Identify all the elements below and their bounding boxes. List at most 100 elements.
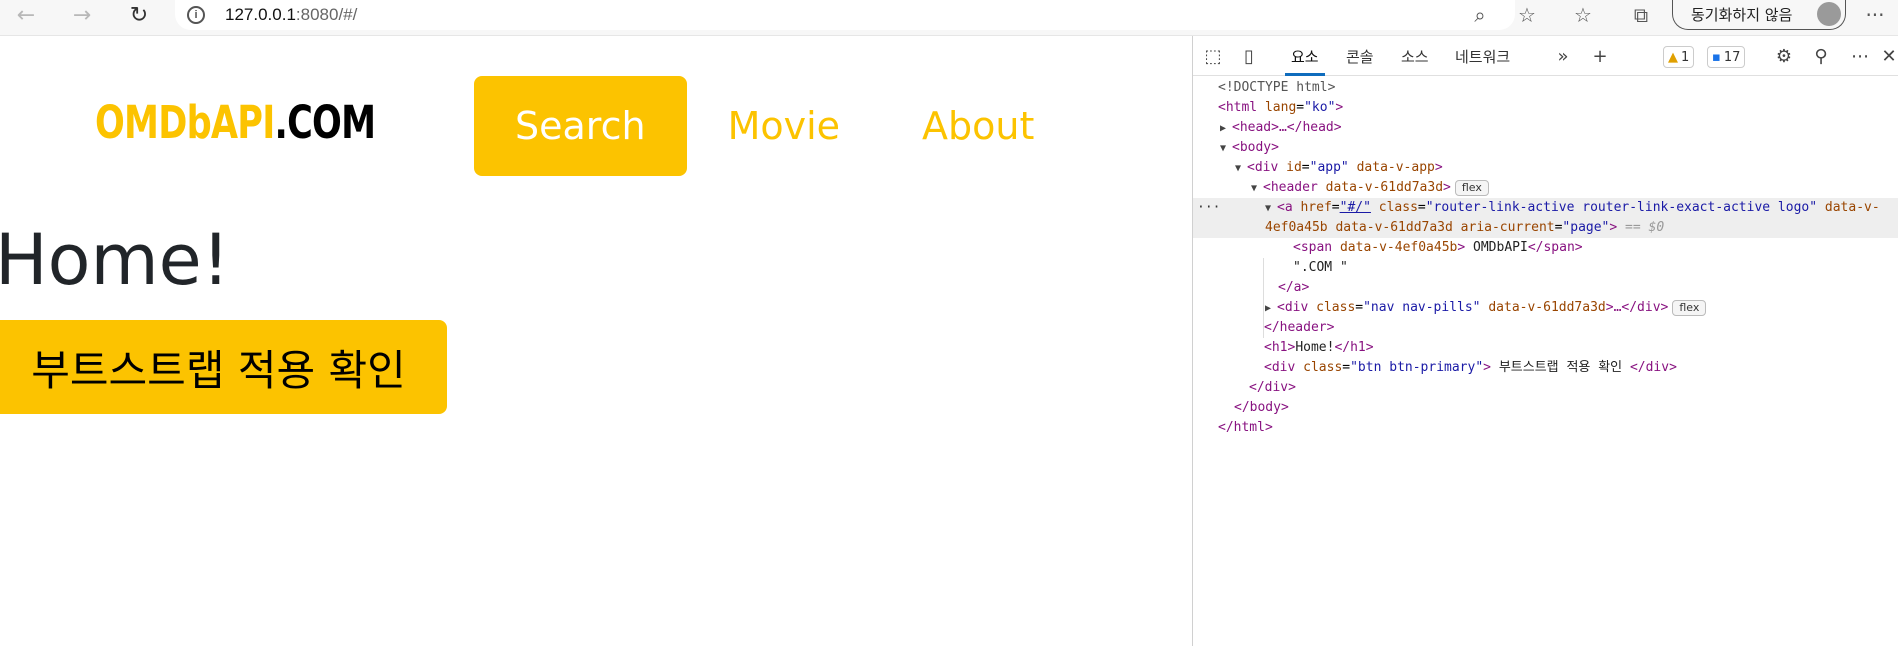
expand-triangle-icon[interactable]: ▶ (1220, 119, 1232, 139)
h1-text: Home! (1295, 340, 1335, 355)
dom-line-div-app[interactable]: ▼ <div id="app" data-v-app> (1193, 158, 1898, 178)
span-tag: <span (1293, 240, 1333, 255)
sync-label: 동기화하지 않음 (1691, 6, 1793, 24)
class-attr: class (1378, 200, 1418, 215)
back-arrow-icon[interactable]: ← (8, 0, 44, 30)
site-info-icon[interactable]: i (187, 6, 205, 24)
expand-triangle-icon[interactable]: ▶ (1265, 299, 1277, 319)
h1-tag: <h1> (1264, 340, 1296, 355)
indent-guide (1263, 258, 1264, 338)
dom-line-header-close[interactable]: </header> (1193, 318, 1898, 338)
address-bar[interactable]: i 127.0.0.1:8080/#/ (175, 0, 1515, 30)
header-close-tag: </header> (1264, 320, 1335, 335)
span-close-tag: </span> (1527, 240, 1583, 255)
more-tabs-icon[interactable]: » (1553, 36, 1573, 76)
dom-line-body-close[interactable]: </body> (1193, 398, 1898, 418)
zoom-icon[interactable]: ⌕ (1468, 0, 1492, 30)
dom-line-head[interactable]: ▶ <head>…</head> (1193, 118, 1898, 138)
url-host: 127.0.0.1 (225, 5, 296, 24)
devtools-more-icon[interactable]: ⋯ (1849, 36, 1871, 76)
dom-line-body[interactable]: ▼ <body> (1193, 138, 1898, 158)
page-heading: Home! (0, 219, 230, 301)
warning-badge[interactable]: ▲ 1 (1663, 46, 1695, 68)
data-v-app-attr: data-v-app (1356, 160, 1435, 175)
ellipsis-icon[interactable]: ··· (1197, 198, 1220, 218)
dom-line-a-selected[interactable]: ··· ▼ <a href="#/" class="router-link-acti… (1193, 198, 1898, 218)
data-v-attrs: 4ef0a45b data-v-61dd7a3d (1265, 220, 1453, 235)
html-lang-attr: lang (1264, 100, 1297, 115)
dom-line-nav[interactable]: ▶ <div class="nav nav-pills" data-v-61dd7… (1193, 298, 1898, 318)
favorites-icon[interactable]: ☆ (1570, 0, 1596, 30)
nav-class-val: "nav nav-pills" (1363, 300, 1481, 315)
nav-tail: …</div> (1613, 300, 1669, 315)
span-data-attr: data-v-4ef0a45b (1339, 240, 1458, 255)
nav-movie[interactable]: Movie (687, 76, 881, 176)
tab-console[interactable]: 콘솔 (1346, 36, 1374, 76)
logo-suffix: .COM (274, 96, 377, 149)
tab-sources[interactable]: 소스 (1401, 36, 1429, 76)
refresh-icon[interactable]: ↻ (121, 0, 157, 30)
id-attr: id (1286, 160, 1302, 175)
nav-class-attr: class (1316, 300, 1356, 315)
com-text-node: ".COM " (1293, 260, 1348, 275)
btn-close-tag: </div> (1629, 360, 1677, 375)
message-icon: ▪ (1712, 49, 1721, 65)
nav-about[interactable]: About (881, 76, 1075, 176)
dom-line-h1[interactable]: <h1>Home!</h1> (1193, 338, 1898, 358)
logo-brand: OMDbAPI (95, 96, 275, 149)
flex-badge[interactable]: flex (1454, 180, 1489, 196)
dom-line-html-close[interactable]: </html> (1193, 418, 1898, 438)
avatar-icon (1817, 2, 1841, 26)
add-favorite-icon[interactable]: ☆ (1514, 0, 1540, 30)
flex-badge[interactable]: flex (1672, 300, 1707, 316)
nav-div-tag: <div (1277, 300, 1309, 315)
close-icon[interactable]: ✕ (1879, 36, 1898, 76)
site-logo[interactable]: OMDbAPI.COM (95, 96, 377, 149)
forward-arrow-icon[interactable]: → (64, 0, 100, 30)
dom-line-com-text[interactable]: ".COM " (1193, 258, 1898, 278)
html-tag: <html (1218, 100, 1258, 115)
message-badge[interactable]: ▪ 17 (1707, 46, 1746, 68)
tab-network[interactable]: 네트워크 (1455, 36, 1510, 76)
html-close-tag: </html> (1218, 420, 1273, 435)
dom-line-div-close[interactable]: </div> (1193, 378, 1898, 398)
dom-line-a-close[interactable]: </a> (1193, 278, 1898, 298)
dom-line-header[interactable]: ▼ <header data-v-61dd7a3d> flex (1193, 178, 1898, 198)
span-text: OMDbAPI (1473, 240, 1528, 255)
tab-elements[interactable]: 요소 (1285, 36, 1325, 76)
nav-pills: Search Movie About (474, 76, 1075, 176)
h1-close-tag: </h1> (1334, 340, 1374, 355)
aria-attr: aria-current (1460, 220, 1555, 235)
feedback-icon[interactable]: ⚲ (1810, 36, 1832, 76)
add-tab-icon[interactable]: + (1590, 36, 1610, 76)
message-count: 17 (1723, 49, 1741, 65)
collapse-triangle-icon[interactable]: ▼ (1265, 199, 1277, 219)
collapse-triangle-icon[interactable]: ▼ (1220, 139, 1232, 159)
more-menu-icon[interactable]: ··· (1860, 0, 1890, 30)
url-path: :8080/#/ (295, 5, 358, 24)
web-page: OMDbAPI.COM Search Movie About Home! 부트스… (0, 36, 1192, 646)
collapse-triangle-icon[interactable]: ▼ (1235, 159, 1247, 179)
dom-line-doctype[interactable]: <!DOCTYPE html> (1193, 78, 1898, 98)
dom-line-span[interactable]: <span data-v-4ef0a45b> OMDbAPI</span> (1193, 238, 1898, 258)
warning-icon: ▲ (1668, 49, 1678, 65)
btn-class-val: "btn btn-primary" (1350, 360, 1484, 375)
header-tag: <header (1263, 180, 1318, 195)
inspect-element-icon[interactable]: ⬚ (1201, 36, 1225, 76)
nav-search[interactable]: Search (474, 76, 687, 176)
devtools-toolbar: ⬚ ▯ 요소 콘솔 소스 네트워크 » + ▲ 1 ▪ 17 ⚙ ⚲ ⋯ ✕ (1193, 36, 1898, 76)
dom-line-a-selected-cont[interactable]: 4ef0a45b data-v-61dd7a3d aria-current="p… (1193, 218, 1898, 238)
settings-gear-icon[interactable]: ⚙ (1773, 36, 1795, 76)
btn-class-attr: class (1303, 360, 1343, 375)
dom-line-html[interactable]: <html lang="ko"> (1193, 98, 1898, 118)
aria-val: "page" (1562, 220, 1610, 235)
href-val[interactable]: "#/" (1340, 200, 1371, 215)
a-close-tag: </a> (1278, 280, 1310, 295)
bootstrap-check-button[interactable]: 부트스트랩 적용 확인 (0, 320, 447, 414)
dom-line-btn[interactable]: <div class="btn btn-primary"> 부트스트랩 적용 확… (1193, 358, 1898, 378)
profile-sync-button[interactable]: 동기화하지 않음 (1672, 0, 1846, 30)
collections-icon[interactable]: ⧉ (1628, 0, 1654, 30)
collapse-triangle-icon[interactable]: ▼ (1251, 179, 1263, 199)
device-toolbar-icon[interactable]: ▯ (1237, 36, 1261, 76)
body-tag: <body> (1232, 140, 1279, 155)
